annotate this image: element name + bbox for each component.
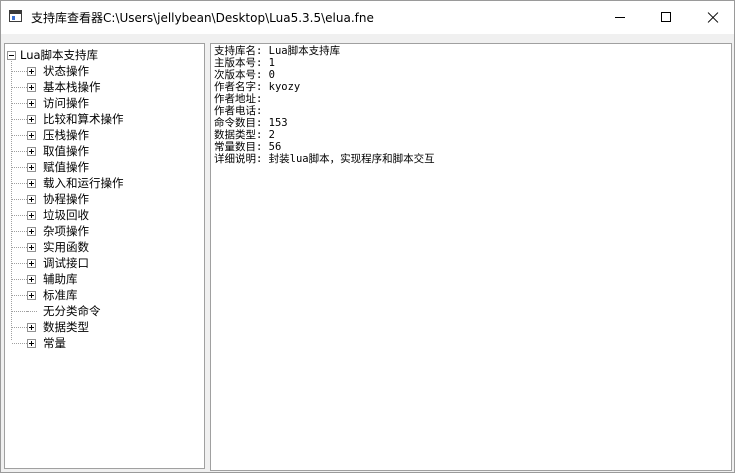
tree-connector [12,199,27,200]
tree-connector [12,119,27,120]
tree-item-label[interactable]: 垃圾回收 [43,207,89,223]
tree-item[interactable]: 实用函数 [12,239,197,256]
expand-icon[interactable] [27,115,36,124]
minimize-button[interactable] [597,1,643,33]
tree-item-label[interactable]: 辅助库 [43,271,78,287]
tree-item[interactable]: 杂项操作 [12,223,197,240]
tree-item[interactable]: 赋值操作 [12,159,197,176]
close-button[interactable] [689,1,735,33]
tree-connector [12,151,27,152]
tree-item[interactable]: 载入和运行操作 [12,175,197,192]
tree-connector [12,327,27,328]
library-tree[interactable]: Lua脚本支持库 状态操作 基本栈操作 访问操作 比较和算术操作 压栈操作 取值操作 赋值操… [4,43,205,469]
expand-icon[interactable] [27,259,36,268]
tree-item[interactable]: 协程操作 [12,191,197,208]
expand-icon[interactable] [27,227,36,236]
tree-connector [12,231,27,232]
tree-item[interactable]: 压栈操作 [12,127,197,144]
app-window-icon[interactable] [9,10,22,22]
tree-item[interactable]: 无分类命令 [12,303,197,320]
expand-icon[interactable] [27,211,36,220]
tree-item-label[interactable]: 数据类型 [43,319,89,335]
tree-item[interactable]: 访问操作 [12,95,197,112]
window-title: 支持库查看器C:\Users\jellybean\Desktop\Lua5.3.… [31,11,374,25]
tree-item[interactable]: 状态操作 [12,63,197,80]
collapse-icon[interactable] [7,51,16,60]
expand-icon[interactable] [27,83,36,92]
tree-item-label[interactable]: 无分类命令 [43,303,101,319]
tree-item-label[interactable]: 压栈操作 [43,127,89,143]
tree-connector [12,343,27,344]
tree-item-label[interactable]: 标准库 [43,287,78,303]
tree-item[interactable]: 辅助库 [12,271,197,288]
app-window: 支持库查看器C:\Users\jellybean\Desktop\Lua5.3.… [0,0,735,473]
expand-icon[interactable] [27,131,36,140]
tree-item-label[interactable]: 调试接口 [43,255,89,271]
tree-connector [12,247,27,248]
tree-item[interactable]: 标准库 [12,287,197,304]
maximize-button[interactable] [643,1,689,33]
expand-icon[interactable] [27,99,36,108]
tree-connector [12,263,27,264]
tree-connector [12,135,27,136]
detail-line: 次版本号: 0 [214,69,275,81]
expand-icon[interactable] [27,163,36,172]
tree-item-label[interactable]: 取值操作 [43,143,89,159]
tree-root-label[interactable]: Lua脚本支持库 [20,47,98,63]
tree-connector [12,87,27,88]
tree-item[interactable]: 基本栈操作 [12,79,197,96]
tree-connector [12,311,27,312]
expand-icon[interactable] [27,147,36,156]
tree-item-label[interactable]: 状态操作 [43,63,89,79]
expand-icon[interactable] [27,339,36,348]
expand-icon[interactable] [27,291,36,300]
tree-leaf-connector [27,311,37,312]
detail-line: 主版本号: 1 [214,57,275,69]
tree-item[interactable]: 调试接口 [12,255,197,272]
expand-icon[interactable] [27,179,36,188]
tree-item-label[interactable]: 基本栈操作 [43,79,101,95]
tree-item-label[interactable]: 协程操作 [43,191,89,207]
detail-line: 常量数目: 56 [214,141,282,153]
tree-item-label[interactable]: 载入和运行操作 [43,175,124,191]
expand-icon[interactable] [27,195,36,204]
expand-icon[interactable] [27,67,36,76]
tree-connector [12,71,27,72]
library-details-panel[interactable]: 支持库名: Lua脚本支持库 主版本号: 1 次版本号: 0 作者名字: kyozy 作… [210,43,732,471]
tree-connector [12,183,27,184]
expand-icon[interactable] [27,323,36,332]
tree-item[interactable]: 垃圾回收 [12,207,197,224]
detail-line: 支持库名: Lua脚本支持库 [214,45,341,57]
detail-line: 命令数目: 153 [214,117,288,129]
expand-icon[interactable] [27,243,36,252]
tree-item-label[interactable]: 实用函数 [43,239,89,255]
tree-item[interactable]: 数据类型 [12,319,197,336]
tree-item-label[interactable]: 杂项操作 [43,223,89,239]
detail-line: 数据类型: 2 [214,129,275,141]
detail-line: 作者电话: [214,105,263,117]
detail-line: 详细说明: 封装lua脚本，实现程序和脚本交互 [214,153,435,165]
expand-icon[interactable] [27,275,36,284]
tree-item[interactable]: 常量 [12,335,197,352]
tree-item[interactable]: 比较和算术操作 [12,111,197,128]
tree-connector [12,167,27,168]
tree-connector [12,103,27,104]
library-details-text: 支持库名: Lua脚本支持库 主版本号: 1 次版本号: 0 作者名字: kyozy 作… [214,45,435,165]
tree-connector [12,215,27,216]
tree-connector [12,295,27,296]
tree-item-label[interactable]: 常量 [43,335,66,351]
tree-item-label[interactable]: 赋值操作 [43,159,89,175]
title-bar[interactable]: 支持库查看器C:\Users\jellybean\Desktop\Lua5.3.… [1,1,734,34]
detail-line: 作者地址: [214,93,263,105]
tree-item-label[interactable]: 访问操作 [43,95,89,111]
tree-item-label[interactable]: 比较和算术操作 [43,111,124,127]
tree-connector [12,279,27,280]
detail-line: 作者名字: kyozy [214,81,301,93]
tree-item[interactable]: 取值操作 [12,143,197,160]
